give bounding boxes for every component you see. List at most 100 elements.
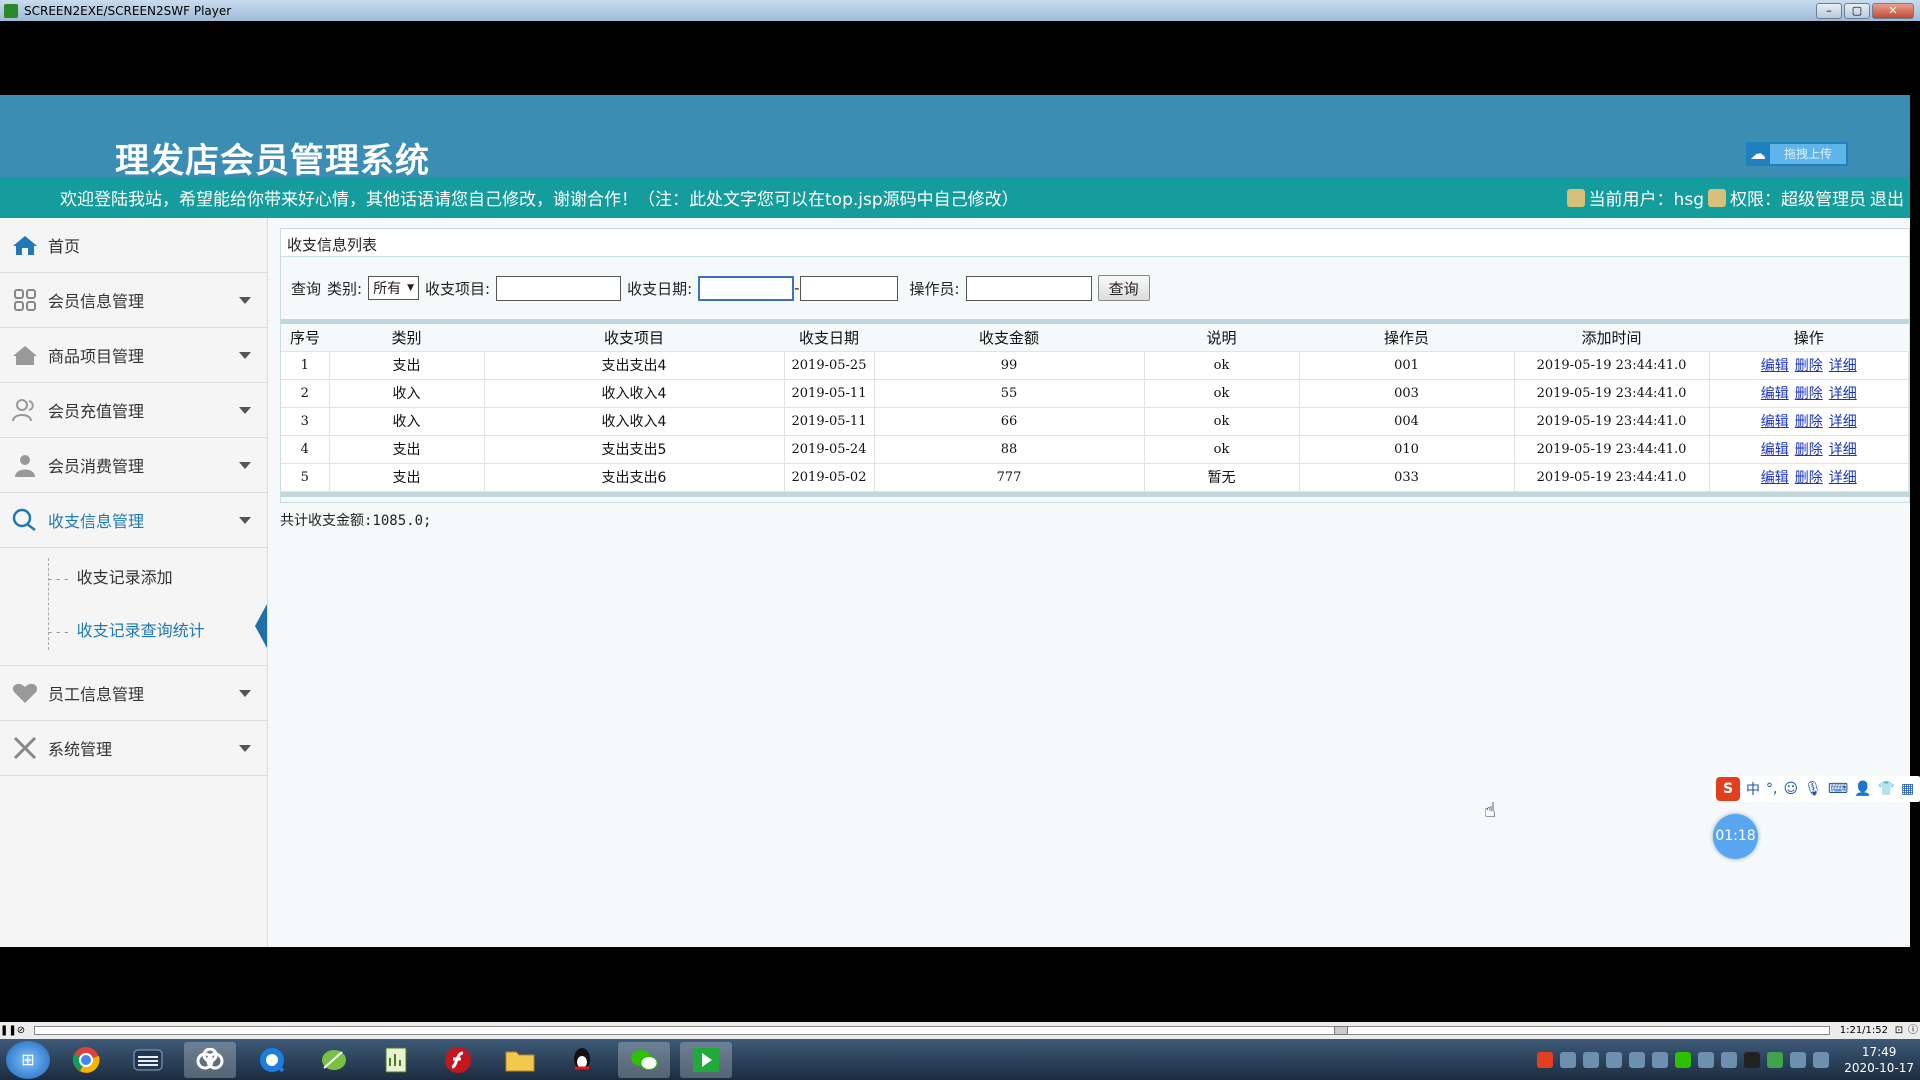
tray-app-icon[interactable] bbox=[1560, 1051, 1577, 1068]
sidebar-item-recharge[interactable]: 会员充值管理 bbox=[0, 383, 267, 438]
cell-date: 2019-05-25 bbox=[784, 351, 875, 380]
upload-button[interactable]: ☁ 拖拽上传 bbox=[1746, 142, 1848, 166]
sidebar-item-finance[interactable]: 收支信息管理 bbox=[0, 493, 267, 548]
col-no: 序号 bbox=[281, 324, 329, 352]
detail-link[interactable]: 详细 bbox=[1829, 470, 1857, 486]
edit-link[interactable]: 编辑 bbox=[1761, 470, 1789, 486]
tray-monitor-icon[interactable] bbox=[1813, 1051, 1830, 1068]
logout-link[interactable]: 退出 bbox=[1870, 185, 1904, 210]
sidebar-item-consumption[interactable]: 会员消费管理 bbox=[0, 438, 267, 493]
taskbar-baidu-netdisk-icon[interactable] bbox=[184, 1041, 236, 1078]
col-operator: 操作员 bbox=[1299, 324, 1514, 352]
records-panel: 收支信息列表 查询 类别: 所有 ▼ 收支项目: 收支日期: - 操作员: 查询 bbox=[280, 228, 1910, 503]
tray-shield-icon[interactable] bbox=[1629, 1051, 1646, 1068]
progress-thumb[interactable] bbox=[1334, 1026, 1349, 1035]
edit-link[interactable]: 编辑 bbox=[1761, 386, 1789, 402]
detail-link[interactable]: 详细 bbox=[1829, 442, 1857, 458]
detail-link[interactable]: 详细 bbox=[1829, 386, 1857, 402]
submenu-item-add-record[interactable]: - - - 收支记录添加 bbox=[48, 564, 173, 588]
delete-link[interactable]: 删除 bbox=[1795, 414, 1823, 430]
delete-link[interactable]: 删除 bbox=[1795, 358, 1823, 374]
stop-icon[interactable]: ⊘ bbox=[14, 1024, 28, 1038]
tray-wechat-icon[interactable] bbox=[1675, 1051, 1692, 1068]
item-input[interactable] bbox=[496, 275, 622, 301]
ime-toolbar[interactable]: S 中 °, ☺ 🎙 ⌨ 👤 👕 ▦ bbox=[1712, 776, 1920, 802]
minimize-button[interactable]: – bbox=[1816, 2, 1842, 19]
punctuation-icon[interactable]: °, bbox=[1766, 781, 1777, 797]
menu-grid-icon[interactable]: ▦ bbox=[1901, 781, 1914, 797]
taskbar-player-icon[interactable] bbox=[680, 1041, 732, 1078]
detail-link[interactable]: 详细 bbox=[1829, 414, 1857, 430]
tray-gear-icon[interactable] bbox=[1606, 1051, 1623, 1068]
table-bottom-bar bbox=[281, 491, 1909, 497]
date-end-input[interactable] bbox=[799, 275, 898, 301]
maximize-button[interactable]: ▢ bbox=[1844, 2, 1870, 19]
close-button[interactable]: ✕ bbox=[1872, 2, 1914, 19]
info-icon[interactable]: ⓘ bbox=[1906, 1024, 1920, 1038]
tray-arrow-icon[interactable] bbox=[1698, 1051, 1715, 1068]
submenu-item-query-stats[interactable]: - - - 收支记录查询统计 bbox=[48, 617, 205, 641]
taskbar-app-icon[interactable] bbox=[122, 1042, 174, 1078]
tray-cube-icon[interactable] bbox=[1583, 1051, 1600, 1068]
system-tray: 17:49 2020-10-17 bbox=[1537, 1044, 1914, 1076]
operator-input[interactable] bbox=[965, 275, 1092, 301]
type-select[interactable]: 所有 ▼ bbox=[368, 276, 419, 300]
taskbar-clock[interactable]: 17:49 2020-10-17 bbox=[1844, 1044, 1914, 1076]
sidebar-item-system[interactable]: 系统管理 bbox=[0, 721, 267, 776]
cell-ops: 编辑 删除 详细 bbox=[1709, 351, 1909, 380]
fullscreen-icon[interactable]: ⊡ bbox=[1892, 1024, 1906, 1038]
taskbar-qq-icon[interactable] bbox=[556, 1042, 608, 1078]
skin-icon[interactable]: 👕 bbox=[1878, 781, 1895, 797]
taskbar-flash-icon[interactable] bbox=[432, 1042, 484, 1078]
pause-icon[interactable]: ❚❚ bbox=[0, 1024, 17, 1038]
taskbar-chrome-icon[interactable] bbox=[60, 1042, 112, 1078]
edit-link[interactable]: 编辑 bbox=[1761, 414, 1789, 430]
permission-text: 权限：超级管理员 bbox=[1730, 190, 1866, 210]
edit-link[interactable]: 编辑 bbox=[1761, 442, 1789, 458]
taskbar-wechat-icon[interactable] bbox=[618, 1041, 670, 1078]
chat-icon bbox=[10, 505, 40, 535]
sidebar-item-staff[interactable]: 员工信息管理 bbox=[0, 666, 267, 721]
sidebar-item-home[interactable]: 首页 bbox=[0, 218, 267, 273]
user-info: 当前用户：hsg 权限：超级管理员 退出 bbox=[1566, 185, 1904, 210]
tray-volume-icon[interactable] bbox=[1790, 1051, 1807, 1068]
window-controls: – ▢ ✕ bbox=[1816, 2, 1914, 19]
clock-date: 2020-10-17 bbox=[1844, 1060, 1914, 1075]
cell-added: 2019-05-19 23:44:41.0 bbox=[1514, 463, 1710, 492]
search-button[interactable]: 查询 bbox=[1097, 275, 1150, 301]
cell-type: 收入 bbox=[329, 379, 485, 408]
users-icon bbox=[10, 395, 40, 425]
tray-signal-icon[interactable] bbox=[1721, 1051, 1738, 1068]
col-added: 添加时间 bbox=[1514, 324, 1709, 352]
sidebar-item-products[interactable]: 商品项目管理 bbox=[0, 328, 267, 383]
microphone-icon[interactable]: 🎙 bbox=[1804, 781, 1822, 797]
ime-mode[interactable]: 中 bbox=[1746, 779, 1760, 799]
taskbar-leaf-icon[interactable] bbox=[308, 1042, 360, 1078]
sidebar-item-member-info[interactable]: 会员信息管理 bbox=[0, 273, 267, 328]
start-button[interactable]: ⊞ bbox=[6, 1040, 50, 1079]
emoji-icon[interactable]: ☺ bbox=[1783, 781, 1798, 797]
taskbar-folder-icon[interactable] bbox=[494, 1042, 546, 1078]
col-note: 说明 bbox=[1144, 324, 1299, 352]
detail-link[interactable]: 详细 bbox=[1829, 358, 1857, 374]
progress-track[interactable] bbox=[34, 1026, 1830, 1035]
tray-battery-icon[interactable] bbox=[1767, 1051, 1784, 1068]
tray-sogou-icon[interactable] bbox=[1537, 1051, 1554, 1068]
taskbar-browser-icon[interactable] bbox=[246, 1042, 298, 1078]
taskbar-editor-icon[interactable] bbox=[370, 1042, 422, 1078]
recording-timer[interactable]: 01:18 bbox=[1713, 814, 1758, 859]
content-area: 收支信息列表 查询 类别: 所有 ▼ 收支项目: 收支日期: - 操作员: 查询 bbox=[270, 220, 1910, 947]
cell-item: 收入收入4 bbox=[484, 379, 785, 408]
edit-link[interactable]: 编辑 bbox=[1761, 358, 1789, 374]
system-title: 理发店会员管理系统 bbox=[115, 141, 430, 181]
delete-link[interactable]: 删除 bbox=[1795, 470, 1823, 486]
delete-link[interactable]: 删除 bbox=[1795, 442, 1823, 458]
user-center-icon[interactable]: 👤 bbox=[1854, 781, 1871, 797]
tray-network-icon[interactable] bbox=[1652, 1051, 1669, 1068]
date-start-input[interactable] bbox=[698, 275, 795, 301]
keyboard-icon[interactable]: ⌨ bbox=[1828, 781, 1848, 797]
tray-qq-icon[interactable] bbox=[1744, 1051, 1761, 1068]
house-icon bbox=[10, 340, 40, 370]
cell-type: 支出 bbox=[329, 351, 485, 380]
delete-link[interactable]: 删除 bbox=[1795, 386, 1823, 402]
